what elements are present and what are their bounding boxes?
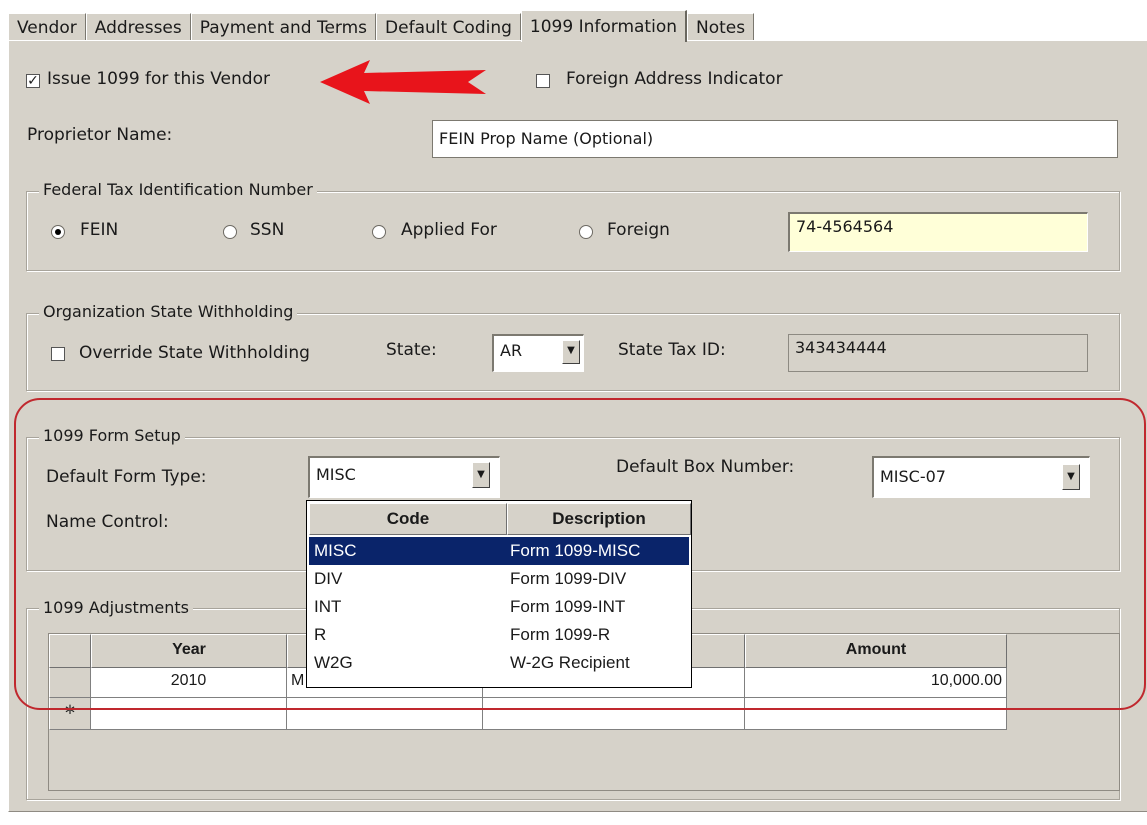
dropdown-option-int[interactable]: INT Form 1099-INT: [309, 593, 689, 621]
dropdown-option-div[interactable]: DIV Form 1099-DIV: [309, 565, 689, 593]
issue-1099-label: Issue 1099 for this Vendor: [47, 69, 270, 89]
foreign-address-checkbox[interactable]: [536, 74, 550, 88]
option-description: Form 1099-MISC: [510, 541, 641, 560]
tab-payment-and-terms[interactable]: Payment and Terms: [190, 13, 377, 42]
applied-for-radio[interactable]: [372, 225, 386, 239]
option-description: W-2G Recipient: [510, 653, 630, 672]
foreign-address-label: Foreign Address Indicator: [566, 69, 783, 89]
tab-strip: Vendor Addresses Payment and Terms Defau…: [8, 10, 755, 42]
state-tax-id-label: State Tax ID:: [618, 340, 726, 360]
dropdown-option-misc[interactable]: MISC Form 1099-MISC: [309, 537, 689, 565]
red-arrow-icon: [320, 60, 486, 104]
option-description: Form 1099-DIV: [510, 569, 627, 588]
fein-radio[interactable]: [51, 225, 65, 239]
option-description: Form 1099-R: [510, 625, 611, 644]
dropdown-header-description: Description: [507, 503, 691, 535]
foreign-label: Foreign: [607, 220, 670, 240]
federal-tax-id-legend: Federal Tax Identification Number: [39, 180, 317, 199]
foreign-radio[interactable]: [579, 225, 593, 239]
issue-1099-checkbox[interactable]: ✓: [26, 74, 40, 88]
tab-1099-information[interactable]: 1099 Information: [520, 10, 687, 42]
dropdown-arrow-icon[interactable]: ▼: [562, 340, 580, 364]
option-code: R: [314, 625, 327, 644]
tab-notes[interactable]: Notes: [687, 13, 755, 42]
ssn-label: SSN: [250, 220, 285, 240]
override-state-withholding-checkbox[interactable]: [51, 347, 65, 361]
tab-vendor[interactable]: Vendor: [8, 13, 86, 42]
option-code: INT: [314, 597, 342, 616]
checkmark-icon: ✓: [27, 73, 39, 89]
option-description: Form 1099-INT: [510, 597, 626, 616]
ssn-radio[interactable]: [223, 225, 237, 239]
form-type-dropdown-list: Code Description MISC Form 1099-MISC DIV…: [306, 500, 692, 688]
dropdown-header-code: Code: [309, 503, 507, 535]
option-code: DIV: [314, 569, 343, 588]
proprietor-name-input[interactable]: FEIN Prop Name (Optional): [432, 120, 1118, 158]
option-code: W2G: [314, 653, 353, 672]
tab-default-coding[interactable]: Default Coding: [376, 13, 521, 42]
state-value: AR: [500, 341, 523, 360]
tax-id-input[interactable]: 74-4564564: [788, 212, 1088, 252]
dropdown-option-w2g[interactable]: W2G W-2G Recipient: [309, 649, 689, 677]
proprietor-name-label: Proprietor Name:: [27, 125, 173, 145]
dropdown-option-r[interactable]: R Form 1099-R: [309, 621, 689, 649]
fein-label: FEIN: [80, 220, 119, 240]
applied-for-label: Applied For: [401, 220, 497, 240]
override-state-withholding-label: Override State Withholding: [79, 343, 310, 363]
state-label: State:: [386, 340, 437, 360]
option-code: MISC: [314, 541, 357, 560]
state-withholding-legend: Organization State Withholding: [39, 302, 298, 321]
state-tax-id-input[interactable]: 343434444: [788, 334, 1088, 372]
tab-addresses[interactable]: Addresses: [85, 13, 191, 42]
